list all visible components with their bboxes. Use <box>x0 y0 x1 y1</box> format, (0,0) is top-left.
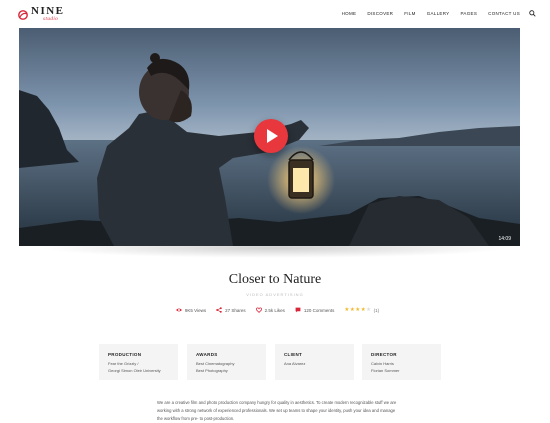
views-count: 9K5 Views <box>184 307 207 313</box>
star-icon: ★ <box>344 307 350 313</box>
shares-stat[interactable]: 27 Shares <box>216 307 246 313</box>
info-value: Ana Alvarez <box>284 361 305 368</box>
nav-item-contact[interactable]: CONTACT US <box>488 11 520 16</box>
likes-stat[interactable]: 2.5k Likes <box>255 307 285 313</box>
info-label: DIRECTOR <box>371 352 397 357</box>
video-duration: 14:09 <box>498 236 511 242</box>
info-line: Florian Sommer <box>371 367 400 373</box>
info-line: Best Cinematography <box>196 361 235 366</box>
info-value: Calvin Harris Florian Sommer <box>371 361 399 374</box>
info-label: PRODUCTION <box>108 352 142 357</box>
rating-stars[interactable]: ★ ★ ★ ★ ★ (1) <box>344 307 379 313</box>
rating-count: (1) <box>373 307 380 313</box>
nav-item-pages[interactable]: PAGES <box>460 11 477 16</box>
info-box-production: PRODUCTION Fear the Grizzly / Georgi Sim… <box>99 344 178 380</box>
project-title: Closer to Nature <box>228 272 322 287</box>
comments-stat[interactable]: 120 Comments <box>295 307 335 313</box>
brand-tagline: studio <box>43 17 59 22</box>
star-icon: ★ <box>349 307 355 313</box>
project-subtitle: VIDEO ADVERTISING <box>246 292 304 297</box>
info-line: Georgi Simon Oleir University <box>108 367 161 373</box>
brand-name: NINE <box>31 5 65 17</box>
logo-mark-icon <box>18 10 28 20</box>
info-value: Fear the Grizzly / Georgi Simon Oleir Un… <box>108 361 161 374</box>
star-icon-empty: ★ <box>366 307 372 313</box>
share-icon <box>216 307 222 313</box>
nav-item-discover[interactable]: DISCOVER <box>367 11 393 16</box>
comment-icon <box>295 307 301 313</box>
hero-video[interactable]: 14:09 <box>19 28 520 246</box>
shares-count: 27 Shares <box>225 307 246 313</box>
nav-item-film[interactable]: FILM <box>404 11 415 16</box>
info-box-director: DIRECTOR Calvin Harris Florian Sommer <box>362 344 441 380</box>
play-button[interactable] <box>254 119 288 153</box>
project-description: We are a creative film and photo product… <box>157 400 397 421</box>
star-icon: ★ <box>355 307 361 313</box>
site-header: NINE studio HOME DISCOVER FILM GALLERY P… <box>0 0 550 28</box>
comments-count: 120 Comments <box>303 307 335 313</box>
star-icon: ★ <box>360 307 366 313</box>
info-value: Best Cinematography Best Photography <box>196 361 234 374</box>
info-label: AWARDS <box>196 352 218 357</box>
project-stats: 9K5 Views 27 Shares 2.5k Likes 120 Comme… <box>0 307 550 313</box>
nav-item-home[interactable]: HOME <box>342 11 357 16</box>
info-label: CLIENT <box>284 352 303 357</box>
main-nav: HOME DISCOVER FILM GALLERY PAGES CONTACT… <box>331 10 536 17</box>
play-icon <box>267 129 278 143</box>
info-line: Ana Alvarez <box>284 361 306 366</box>
heart-icon <box>255 307 262 313</box>
eye-icon <box>175 308 182 312</box>
search-icon[interactable] <box>529 10 536 17</box>
views-stat: 9K5 Views <box>175 307 207 313</box>
info-box-awards: AWARDS Best Cinematography Best Photogra… <box>187 344 266 380</box>
info-line: Best Photography <box>196 367 228 373</box>
likes-count: 2.5k Likes <box>264 307 285 313</box>
info-box-client: CLIENT Ana Alvarez <box>275 344 354 380</box>
nav-item-gallery[interactable]: GALLERY <box>427 11 450 16</box>
